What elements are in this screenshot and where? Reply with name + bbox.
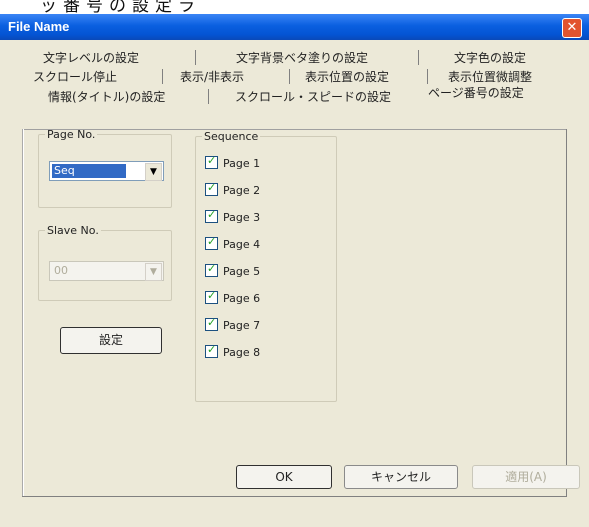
page-no-label: Page No. (47, 128, 96, 141)
window-title: File Name (8, 19, 70, 34)
tab-show-hide[interactable]: 表示/非表示 (180, 68, 244, 85)
panel-border (566, 129, 567, 496)
page-checkbox[interactable]: Page 6 (205, 289, 260, 305)
document-caption: ッ番号の設定ラ (0, 0, 589, 14)
apply-button[interactable]: 適用(A) (472, 465, 580, 489)
caption-text: ッ番号の設定ラ (40, 0, 201, 14)
set-button[interactable]: 設定 (60, 327, 162, 354)
tab-separator (289, 69, 290, 84)
tab-page-number[interactable]: ページ番号の設定 (428, 84, 524, 101)
tab-scroll-speed[interactable]: スクロール・スピードの設定 (235, 88, 391, 105)
chevron-down-icon[interactable]: ▼ (145, 263, 162, 281)
checkbox-icon[interactable] (205, 181, 218, 196)
page-no-select[interactable]: Seq ▼ (49, 161, 164, 181)
cancel-button[interactable]: キャンセル (344, 465, 458, 489)
page-checkbox[interactable]: Page 3 (205, 208, 260, 224)
tab-text-level[interactable]: 文字レベルの設定 (43, 49, 139, 66)
checkbox-icon[interactable] (205, 343, 218, 358)
tab-title-info[interactable]: 情報(タイトル)の設定 (48, 88, 165, 105)
slave-no-select[interactable]: 00 ▼ (49, 261, 164, 281)
page-checkbox[interactable]: Page 8 (205, 343, 260, 359)
page-checkbox[interactable]: Page 5 (205, 262, 260, 278)
tab-text-background[interactable]: 文字背景ベタ塗りの設定 (236, 49, 368, 66)
checkbox-icon[interactable] (205, 208, 218, 223)
close-icon[interactable]: ✕ (562, 18, 582, 38)
dialog-window: File Name ✕ 文字レベルの設定 文字背景ベタ塗りの設定 文字色の設定 … (0, 14, 589, 527)
tab-position-adjust[interactable]: 表示位置微調整 (448, 68, 532, 85)
page-checkbox[interactable]: Page 2 (205, 181, 260, 197)
checkbox-icon[interactable] (205, 316, 218, 331)
sequence-label: Sequence (204, 130, 259, 143)
slave-no-value: 00 (54, 264, 68, 277)
title-bar: File Name ✕ (0, 14, 589, 40)
slave-no-label: Slave No. (47, 224, 99, 237)
tab-separator (195, 50, 196, 65)
panel-border (22, 496, 567, 497)
page-no-value: Seq (52, 164, 126, 178)
tab-position-setting[interactable]: 表示位置の設定 (305, 68, 389, 85)
panel-border (22, 129, 24, 496)
tab-separator (418, 50, 419, 65)
page-checkbox[interactable]: Page 4 (205, 235, 260, 251)
ok-button[interactable]: OK (236, 465, 332, 489)
page-checkbox[interactable]: Page 1 (205, 154, 260, 170)
tab-text-color[interactable]: 文字色の設定 (454, 49, 526, 66)
checkbox-icon[interactable] (205, 289, 218, 304)
tab-scroll-stop[interactable]: スクロール停止 (33, 68, 117, 85)
tab-separator (208, 89, 209, 104)
chevron-down-icon[interactable]: ▼ (145, 163, 162, 181)
checkbox-icon[interactable] (205, 154, 218, 169)
page-checkbox[interactable]: Page 7 (205, 316, 260, 332)
checkbox-icon[interactable] (205, 235, 218, 250)
checkbox-icon[interactable] (205, 262, 218, 277)
tab-separator (427, 69, 428, 84)
tab-separator (162, 69, 163, 84)
